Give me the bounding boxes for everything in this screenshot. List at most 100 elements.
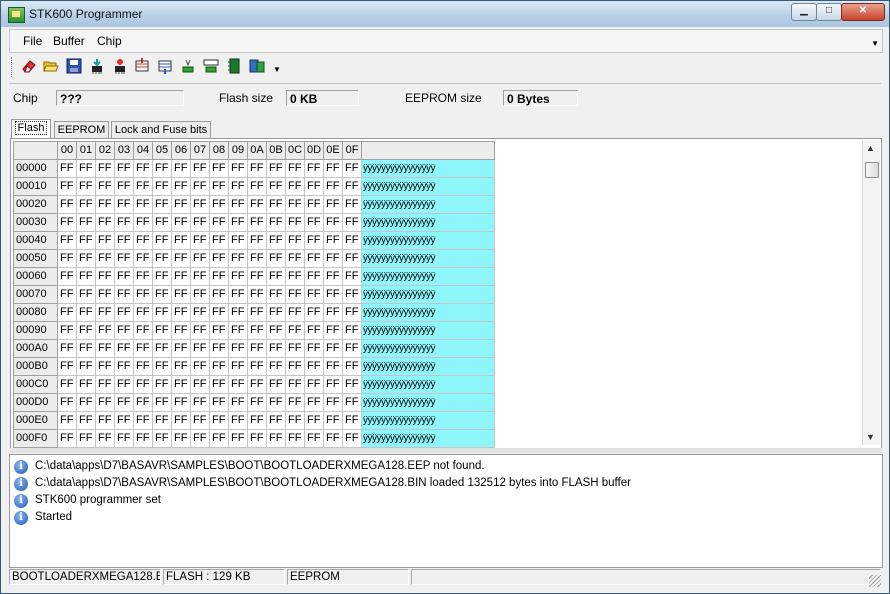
ascii-cell[interactable]: ÿÿÿÿÿÿÿÿÿÿÿÿÿÿÿÿ <box>361 357 495 376</box>
row-address[interactable]: 000A0 <box>13 339 58 358</box>
hex-cell[interactable]: FF <box>342 213 362 232</box>
hex-cell[interactable]: FF <box>209 393 229 412</box>
hex-cell[interactable]: FF <box>342 375 362 394</box>
hex-cell[interactable]: FF <box>76 231 96 250</box>
settings-button[interactable] <box>249 58 265 74</box>
hex-cell[interactable]: FF <box>323 375 343 394</box>
hex-cell[interactable]: FF <box>95 159 115 178</box>
hex-cell[interactable]: FF <box>247 429 267 448</box>
row-address[interactable]: 00090 <box>13 321 58 340</box>
hex-cell[interactable]: FF <box>114 213 134 232</box>
hex-cell[interactable]: FF <box>323 231 343 250</box>
row-address[interactable]: 00010 <box>13 177 58 196</box>
hex-cell[interactable]: FF <box>190 429 210 448</box>
panel-splitter[interactable] <box>10 448 882 453</box>
hex-cell[interactable]: FF <box>285 321 305 340</box>
hex-cell[interactable]: FF <box>114 249 134 268</box>
hex-cell[interactable]: FF <box>114 267 134 286</box>
hex-cell[interactable]: FF <box>152 195 172 214</box>
erase-button[interactable] <box>21 58 37 74</box>
hex-cell[interactable]: FF <box>247 285 267 304</box>
column-header[interactable]: 08 <box>209 141 229 160</box>
row-address[interactable]: 00020 <box>13 195 58 214</box>
hex-cell[interactable]: FF <box>285 357 305 376</box>
hex-cell[interactable]: FF <box>209 213 229 232</box>
hex-cell[interactable]: FF <box>247 411 267 430</box>
hex-cell[interactable]: FF <box>285 411 305 430</box>
hex-cell[interactable]: FF <box>190 177 210 196</box>
hex-cell[interactable]: FF <box>304 429 324 448</box>
hex-cell[interactable]: FF <box>171 285 191 304</box>
ascii-cell[interactable]: ÿÿÿÿÿÿÿÿÿÿÿÿÿÿÿÿ <box>361 339 495 358</box>
hex-cell[interactable]: FF <box>171 393 191 412</box>
hex-cell[interactable]: FF <box>114 303 134 322</box>
hex-grid[interactable]: 00 01 02 03 04 05 06 07 08 09 0A 0B 0C 0D 0E 0F 00000 FF F… <box>13 141 495 448</box>
hex-cell[interactable]: FF <box>190 321 210 340</box>
hex-cell[interactable]: FF <box>304 321 324 340</box>
hex-cell[interactable]: FF <box>95 429 115 448</box>
hex-cell[interactable]: FF <box>152 177 172 196</box>
hex-cell[interactable]: FF <box>76 321 96 340</box>
hex-cell[interactable]: FF <box>342 411 362 430</box>
hex-cell[interactable]: FF <box>247 267 267 286</box>
hex-cell[interactable]: FF <box>76 357 96 376</box>
row-address[interactable]: 000B0 <box>13 357 58 376</box>
hex-cell[interactable]: FF <box>190 339 210 358</box>
hex-cell[interactable]: FF <box>171 375 191 394</box>
chip-info-button[interactable] <box>226 58 242 74</box>
hex-cell[interactable]: FF <box>114 321 134 340</box>
hex-cell[interactable]: FF <box>266 213 286 232</box>
hex-cell[interactable]: FF <box>114 231 134 250</box>
program-button[interactable] <box>89 58 105 74</box>
hex-cell[interactable]: FF <box>304 339 324 358</box>
hex-cell[interactable]: FF <box>247 249 267 268</box>
hex-cell[interactable]: FF <box>190 375 210 394</box>
hex-cell[interactable]: FF <box>57 195 77 214</box>
write-chip-button[interactable] <box>157 58 173 74</box>
verify-button[interactable] <box>112 58 128 74</box>
hex-cell[interactable]: FF <box>171 249 191 268</box>
hex-cell[interactable]: FF <box>266 393 286 412</box>
hex-cell[interactable]: FF <box>247 159 267 178</box>
hex-cell[interactable]: FF <box>285 267 305 286</box>
hex-cell[interactable]: FF <box>285 249 305 268</box>
hex-cell[interactable]: FF <box>76 411 96 430</box>
hex-cell[interactable]: FF <box>171 321 191 340</box>
hex-cell[interactable]: FF <box>171 195 191 214</box>
open-button[interactable] <box>43 58 59 74</box>
hex-cell[interactable]: FF <box>171 303 191 322</box>
hex-cell[interactable]: FF <box>342 303 362 322</box>
hex-cell[interactable]: FF <box>285 375 305 394</box>
hex-cell[interactable]: FF <box>114 159 134 178</box>
close-button[interactable]: ✕ <box>841 3 885 21</box>
column-header[interactable]: 03 <box>114 141 134 160</box>
ascii-cell[interactable]: ÿÿÿÿÿÿÿÿÿÿÿÿÿÿÿÿ <box>361 303 495 322</box>
hex-cell[interactable]: FF <box>190 303 210 322</box>
hex-cell[interactable]: FF <box>190 213 210 232</box>
hex-cell[interactable]: FF <box>57 249 77 268</box>
column-header[interactable]: 01 <box>76 141 96 160</box>
hex-cell[interactable]: FF <box>152 429 172 448</box>
hex-cell[interactable]: FF <box>209 357 229 376</box>
hex-cell[interactable]: FF <box>266 321 286 340</box>
hex-cell[interactable]: FF <box>209 339 229 358</box>
ascii-cell[interactable]: ÿÿÿÿÿÿÿÿÿÿÿÿÿÿÿÿ <box>361 393 495 412</box>
row-address[interactable]: 000D0 <box>13 393 58 412</box>
hex-cell[interactable]: FF <box>228 411 248 430</box>
hex-cell[interactable]: FF <box>342 195 362 214</box>
hex-cell[interactable]: FF <box>152 339 172 358</box>
hex-cell[interactable]: FF <box>323 195 343 214</box>
row-address[interactable]: 00000 <box>13 159 58 178</box>
hex-cell[interactable]: FF <box>114 177 134 196</box>
hex-cell[interactable]: FF <box>323 177 343 196</box>
menu-buffer[interactable]: Buffer <box>53 34 85 48</box>
toolbar-overflow-icon[interactable]: ▼ <box>273 65 281 74</box>
hex-cell[interactable]: FF <box>76 177 96 196</box>
hex-cell[interactable]: FF <box>57 303 77 322</box>
hex-cell[interactable]: FF <box>228 177 248 196</box>
hex-cell[interactable]: FF <box>266 267 286 286</box>
hex-cell[interactable]: FF <box>266 375 286 394</box>
hex-cell[interactable]: FF <box>133 177 153 196</box>
hex-cell[interactable]: FF <box>285 195 305 214</box>
hex-cell[interactable]: FF <box>171 213 191 232</box>
